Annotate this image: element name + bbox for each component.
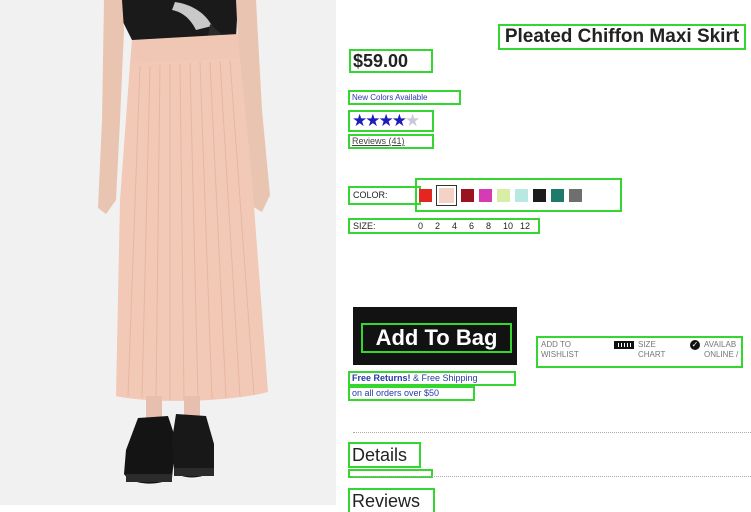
size-option[interactable]: 4: [452, 220, 469, 232]
new-colors-note: New Colors Available: [348, 90, 461, 105]
color-label: COLOR:: [348, 186, 421, 205]
size-option[interactable]: 12: [520, 220, 537, 232]
star-icon: ★★★★: [352, 111, 407, 130]
wishlist-label-2: WISHLIST: [541, 350, 579, 359]
color-swatch[interactable]: [533, 188, 546, 202]
size-option[interactable]: 2: [435, 220, 452, 232]
free-returns-label: Free Returns!: [352, 373, 411, 383]
availability-label-2: ONLINE /: [704, 350, 739, 359]
size-option[interactable]: 8: [486, 220, 503, 232]
free-returns-note[interactable]: Free Returns! & Free Shipping: [348, 371, 516, 386]
color-swatch[interactable]: [436, 184, 457, 206]
details-section-header[interactable]: Details: [348, 442, 421, 468]
product-image: [0, 0, 336, 505]
color-swatches: [415, 178, 622, 212]
color-swatch[interactable]: [497, 188, 510, 202]
color-swatch[interactable]: [551, 188, 564, 202]
divider: [353, 432, 751, 433]
cart-actions: ADD TO WISHLIST SIZE CHART ✓ AVAILAB ONL…: [536, 336, 743, 368]
add-to-wishlist-link[interactable]: ADD TO WISHLIST: [538, 340, 579, 360]
star-icon: ★: [404, 111, 420, 130]
size-chart-link[interactable]: SIZE CHART: [614, 340, 665, 360]
wishlist-label-1: ADD TO: [541, 340, 571, 349]
size-option[interactable]: 10: [503, 220, 520, 232]
reviews-link[interactable]: Reviews (41): [348, 134, 434, 149]
ruler-icon: [614, 341, 634, 349]
product-title: Pleated Chiffon Maxi Skirt: [498, 24, 746, 50]
divider: [353, 476, 751, 477]
add-to-bag-label: Add To Bag: [361, 323, 512, 353]
free-shipping-threshold: on all orders over $50: [348, 386, 475, 401]
add-to-bag-button[interactable]: Add To Bag: [353, 307, 517, 365]
size-chart-label-1: SIZE: [638, 340, 656, 349]
size-option[interactable]: 6: [469, 220, 486, 232]
product-price: $59.00: [349, 49, 433, 73]
color-swatch[interactable]: [479, 188, 492, 202]
reviews-section-header[interactable]: Reviews: [348, 488, 435, 512]
availability-label-1: AVAILAB: [704, 340, 737, 349]
free-shipping-label: & Free Shipping: [410, 373, 478, 383]
size-option[interactable]: 0: [418, 220, 435, 232]
availability-link[interactable]: ✓ AVAILAB ONLINE /: [690, 340, 738, 360]
size-label: SIZE:: [353, 221, 376, 231]
color-swatch[interactable]: [461, 188, 474, 202]
color-swatch[interactable]: [419, 188, 432, 202]
size-selector: SIZE: 0 2 4 6 8 10 12: [348, 218, 540, 234]
size-chart-label-2: CHART: [638, 350, 666, 359]
check-circle-icon: ✓: [690, 340, 700, 350]
color-swatch[interactable]: [569, 188, 582, 202]
color-swatch[interactable]: [515, 188, 528, 202]
rating-stars: ★★★★★: [348, 110, 434, 132]
